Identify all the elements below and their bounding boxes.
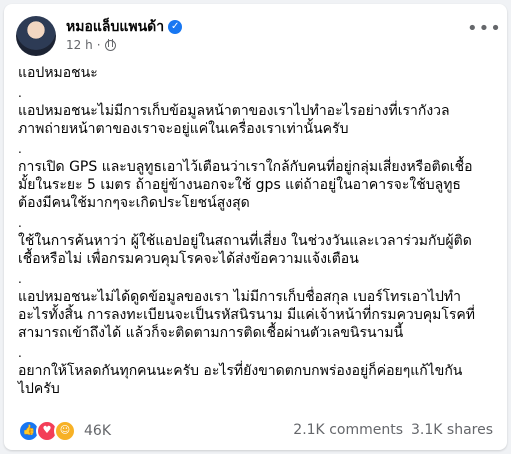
post-paragraph-3: ใช้ในการค้นหาว่า ผู้ใช้แอปอยู่ในสถานที่เ…: [18, 233, 472, 267]
separator-dot: .: [18, 216, 22, 230]
post-paragraph-4: แอปหมอชนะไม่ได้ดูดข้อมูลของเรา ไม่มีการเ…: [18, 289, 475, 341]
comments-count[interactable]: 2.1K comments: [293, 422, 403, 438]
post-meta: 12 h ·: [66, 38, 116, 52]
reaction-count[interactable]: 46K: [84, 423, 111, 439]
separator-dot: .: [18, 86, 22, 100]
separator-dot: .: [18, 346, 22, 360]
more-options-icon[interactable]: •••: [467, 20, 501, 44]
engagement-stats: 2.1K comments 3.1K shares: [293, 422, 493, 438]
reactions-summary[interactable]: 👍 ♥ ☺ 46K: [18, 420, 111, 442]
author-name[interactable]: หมอแล็บแพนด้า: [66, 16, 164, 38]
separator-dot: .: [18, 142, 22, 156]
post-time[interactable]: 12 h: [66, 38, 93, 52]
shares-count[interactable]: 3.1K shares: [411, 422, 493, 438]
author-avatar[interactable]: [16, 16, 56, 56]
separator-dot: .: [18, 272, 22, 286]
meta-separator: ·: [96, 38, 101, 52]
verified-badge-icon: ✓: [168, 20, 183, 34]
post-header: หมอแล็บแพนด้า ✓ 12 h · •••: [16, 14, 501, 58]
post-paragraph-2: การเปิด GPS และบลูทูธเอาไว้เตือนว่าเราใก…: [18, 159, 473, 211]
haha-icon: ☺: [54, 420, 76, 442]
post-title: แอปหมอชนะ: [18, 65, 98, 81]
post-body: แอปหมอชนะ . แอปหมอชนะไม่มีการเก็บข้อมูลห…: [18, 64, 497, 404]
post-card: หมอแล็บแพนด้า ✓ 12 h · ••• แอปหมอชนะ . แ…: [4, 4, 507, 450]
post-paragraph-1: แอปหมอชนะไม่มีการเก็บข้อมูลหน้าตาของเราไ…: [18, 103, 450, 137]
reaction-icons: 👍 ♥ ☺: [18, 420, 76, 442]
post-paragraph-5: อยากให้โหลดกันทุกคนนะครับ อะไรที่ยังขาดต…: [18, 363, 463, 397]
author-row: หมอแล็บแพนด้า ✓: [66, 16, 183, 38]
globe-icon: [104, 39, 116, 51]
